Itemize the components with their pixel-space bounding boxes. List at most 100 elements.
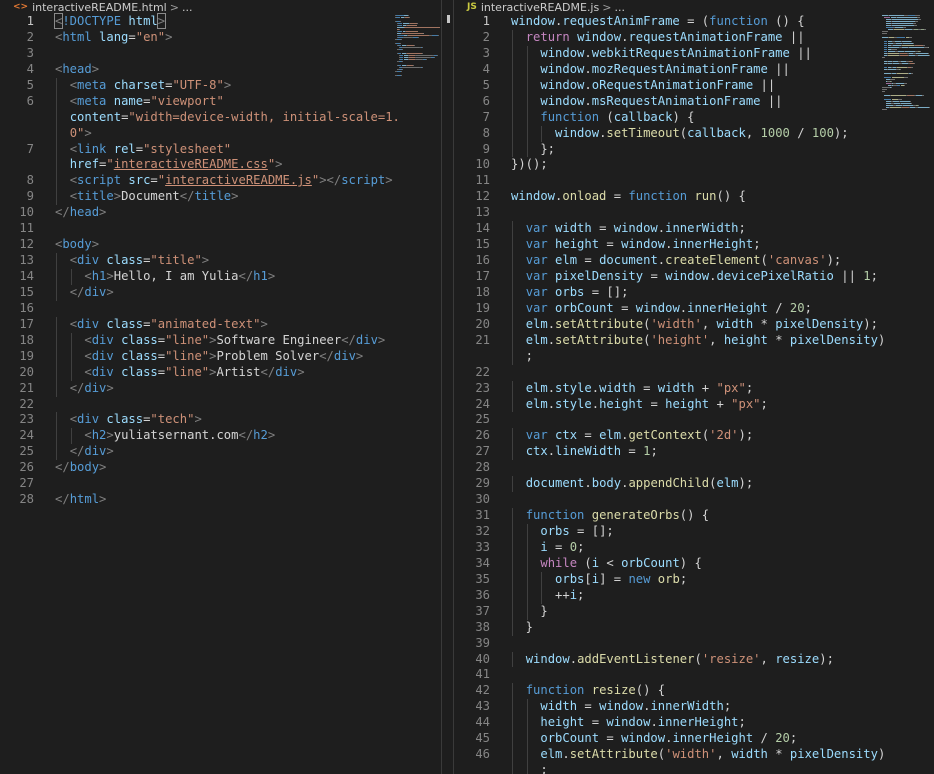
code-line[interactable]: 9 <title>Document</title>: [0, 189, 441, 206]
code-line[interactable]: 4 <head>: [0, 62, 441, 78]
code-line[interactable]: 8 window.setTimeout(callback, 1000 / 100…: [454, 125, 934, 142]
code-line[interactable]: 12 window.onload = function run() {: [454, 189, 934, 205]
code-text[interactable]: <div class="line">Problem Solver</div>: [55, 349, 363, 365]
code-text[interactable]: </html>: [55, 492, 106, 508]
code-text[interactable]: <h2>yuliatsernant.com</h2>: [55, 428, 275, 444]
code-text[interactable]: window.onload = function run() {: [511, 189, 746, 205]
code-text[interactable]: var ctx = elm.getContext('2d');: [511, 428, 754, 444]
js-editor-pane[interactable]: JS interactiveREADME.js > ... 1 window.re…: [454, 0, 934, 774]
code-text[interactable]: elm.setAttribute('width', width * pixelD…: [511, 317, 878, 333]
code-line[interactable]: 3 window.webkitRequestAnimationFrame ||: [454, 45, 934, 62]
code-line[interactable]: 15 var height = window.innerHeight;: [454, 237, 934, 254]
code-line[interactable]: 26 </body>: [0, 460, 441, 476]
code-line[interactable]: 10})();: [454, 157, 934, 173]
code-text[interactable]: window.webkitRequestAnimationFrame ||: [511, 46, 812, 62]
code-text[interactable]: window.msRequestAnimationFrame ||: [511, 94, 782, 110]
code-line[interactable]: 37 }: [454, 603, 934, 620]
code-line[interactable]: 42 function resize() {: [454, 683, 934, 700]
code-line[interactable]: 5 <meta charset="UTF-8">: [0, 77, 441, 94]
code-text[interactable]: </body>: [55, 460, 106, 476]
code-line[interactable]: 4 window.mozRequestAnimationFrame ||: [454, 61, 934, 78]
code-line[interactable]: 27 ctx.lineWidth = 1;: [454, 444, 934, 461]
code-text[interactable]: var pixelDensity = window.devicePixelRat…: [511, 269, 878, 285]
code-line[interactable]: ;: [454, 348, 934, 365]
code-line[interactable]: 44 height = window.innerHeight;: [454, 715, 934, 732]
code-text[interactable]: window.requestAnimFrame = (function () {: [511, 14, 805, 30]
code-text[interactable]: var height = window.innerHeight;: [511, 237, 761, 253]
code-line[interactable]: 16 var elm = document.createElement('can…: [454, 253, 934, 269]
code-line[interactable]: 45 orbCount = window.innerHeight / 20;: [454, 731, 934, 748]
code-line[interactable]: 19 var orbCount = window.innerHeight / 2…: [454, 300, 934, 317]
code-text[interactable]: <body>: [55, 237, 99, 253]
code-line[interactable]: 7 function (callback) {: [454, 109, 934, 126]
code-line[interactable]: 18 var orbs = [];: [454, 284, 934, 301]
code-text[interactable]: ++i;: [511, 588, 584, 604]
code-line[interactable]: 26 var ctx = elm.getContext('2d');: [454, 428, 934, 445]
code-line[interactable]: 24 elm.style.height = height + "px";: [454, 396, 934, 413]
minimap[interactable]: [882, 14, 934, 110]
code-line[interactable]: 23 elm.style.width = width + "px";: [454, 380, 934, 397]
code-text[interactable]: elm.setAttribute('width', width * pixelD…: [511, 747, 885, 763]
code-line[interactable]: content="width=device-width, initial-sca…: [0, 109, 441, 126]
code-text[interactable]: elm.setAttribute('height', height * pixe…: [511, 333, 886, 349]
code-line[interactable]: 25: [454, 412, 934, 428]
code-text[interactable]: window.mozRequestAnimationFrame ||: [511, 62, 790, 78]
code-text[interactable]: </div>: [55, 444, 114, 460]
code-text[interactable]: var width = window.innerWidth;: [511, 221, 746, 237]
code-text[interactable]: ;: [511, 763, 547, 774]
code-line[interactable]: 16: [0, 301, 441, 317]
code-line[interactable]: 17 <div class="animated-text">: [0, 316, 441, 333]
code-line[interactable]: 22: [0, 397, 441, 413]
code-line[interactable]: 41: [454, 667, 934, 683]
code-line[interactable]: 8 <script src="interactiveREADME.js"></s…: [0, 173, 441, 190]
code-area[interactable]: 1 window.requestAnimFrame = (function () …: [454, 14, 934, 774]
code-text[interactable]: elm.style.height = height + "px";: [511, 397, 768, 413]
code-text[interactable]: <script src="interactiveREADME.js"></scr…: [55, 173, 393, 189]
code-line[interactable]: 43 width = window.innerWidth;: [454, 699, 934, 716]
code-text[interactable]: ctx.lineWidth = 1;: [511, 444, 658, 460]
code-line[interactable]: 1 window.requestAnimFrame = (function () …: [454, 14, 934, 30]
code-text[interactable]: <meta charset="UTF-8">: [55, 78, 231, 94]
code-text[interactable]: window.addEventListener('resize', resize…: [511, 652, 834, 668]
code-text[interactable]: function resize() {: [511, 683, 665, 699]
code-text[interactable]: href="interactiveREADME.css">: [55, 157, 283, 173]
code-text[interactable]: elm.style.width = width + "px";: [511, 381, 754, 397]
code-line[interactable]: 9 };: [454, 141, 934, 158]
code-text[interactable]: <h1>Hello, I am Yulia</h1>: [55, 269, 275, 285]
code-line[interactable]: 27: [0, 476, 441, 492]
code-text[interactable]: <div class="title">: [55, 253, 209, 269]
code-text[interactable]: window.setTimeout(callback, 1000 / 100);: [511, 126, 849, 142]
code-line[interactable]: 20 <div class="line">Artist</div>: [0, 364, 441, 381]
code-line[interactable]: 28: [454, 460, 934, 476]
code-line[interactable]: 32 orbs = [];: [454, 524, 934, 540]
code-line[interactable]: 13 <div class="title">: [0, 253, 441, 269]
code-line[interactable]: 6 <meta name="viewport": [0, 93, 441, 110]
code-line[interactable]: 19 <div class="line">Problem Solver</div…: [0, 348, 441, 365]
code-text[interactable]: <!DOCTYPE html>: [53, 13, 167, 30]
code-line[interactable]: 39: [454, 636, 934, 652]
code-line[interactable]: 6 window.msRequestAnimationFrame ||: [454, 93, 934, 110]
breadcrumb-more[interactable]: ...: [182, 1, 193, 14]
code-line[interactable]: 14 var width = window.innerWidth;: [454, 221, 934, 238]
code-line[interactable]: 35 orbs[i] = new orb;: [454, 571, 934, 588]
code-text[interactable]: return window.requestAnimationFrame ||: [511, 30, 805, 46]
code-line[interactable]: 0">: [0, 125, 441, 142]
code-text[interactable]: <title>Document</title>: [55, 189, 239, 205]
code-text[interactable]: })();: [511, 157, 548, 173]
code-text[interactable]: <link rel="stylesheet": [55, 142, 231, 158]
code-text[interactable]: var orbs = [];: [511, 285, 629, 301]
code-line[interactable]: 11: [454, 173, 934, 189]
breadcrumb-more[interactable]: ...: [614, 1, 625, 14]
code-line[interactable]: 17 var pixelDensity = window.devicePixel…: [454, 269, 934, 285]
code-line[interactable]: 33 i = 0;: [454, 539, 934, 556]
html-editor-pane[interactable]: <> interactiveREADME.html > ... 1 <!DOCTY…: [0, 0, 441, 774]
code-line[interactable]: 29 document.body.appendChild(elm);: [454, 476, 934, 493]
code-line[interactable]: 34 while (i < orbCount) {: [454, 555, 934, 572]
code-line[interactable]: 3: [0, 46, 441, 62]
code-line[interactable]: 21 </div>: [0, 380, 441, 397]
code-text[interactable]: while (i < orbCount) {: [511, 556, 701, 572]
code-line[interactable]: 28 </html>: [0, 492, 441, 508]
code-line[interactable]: 46 elm.setAttribute('width', width * pix…: [454, 747, 934, 764]
code-text[interactable]: <meta name="viewport": [55, 94, 224, 110]
code-line[interactable]: 15 </div>: [0, 284, 441, 301]
